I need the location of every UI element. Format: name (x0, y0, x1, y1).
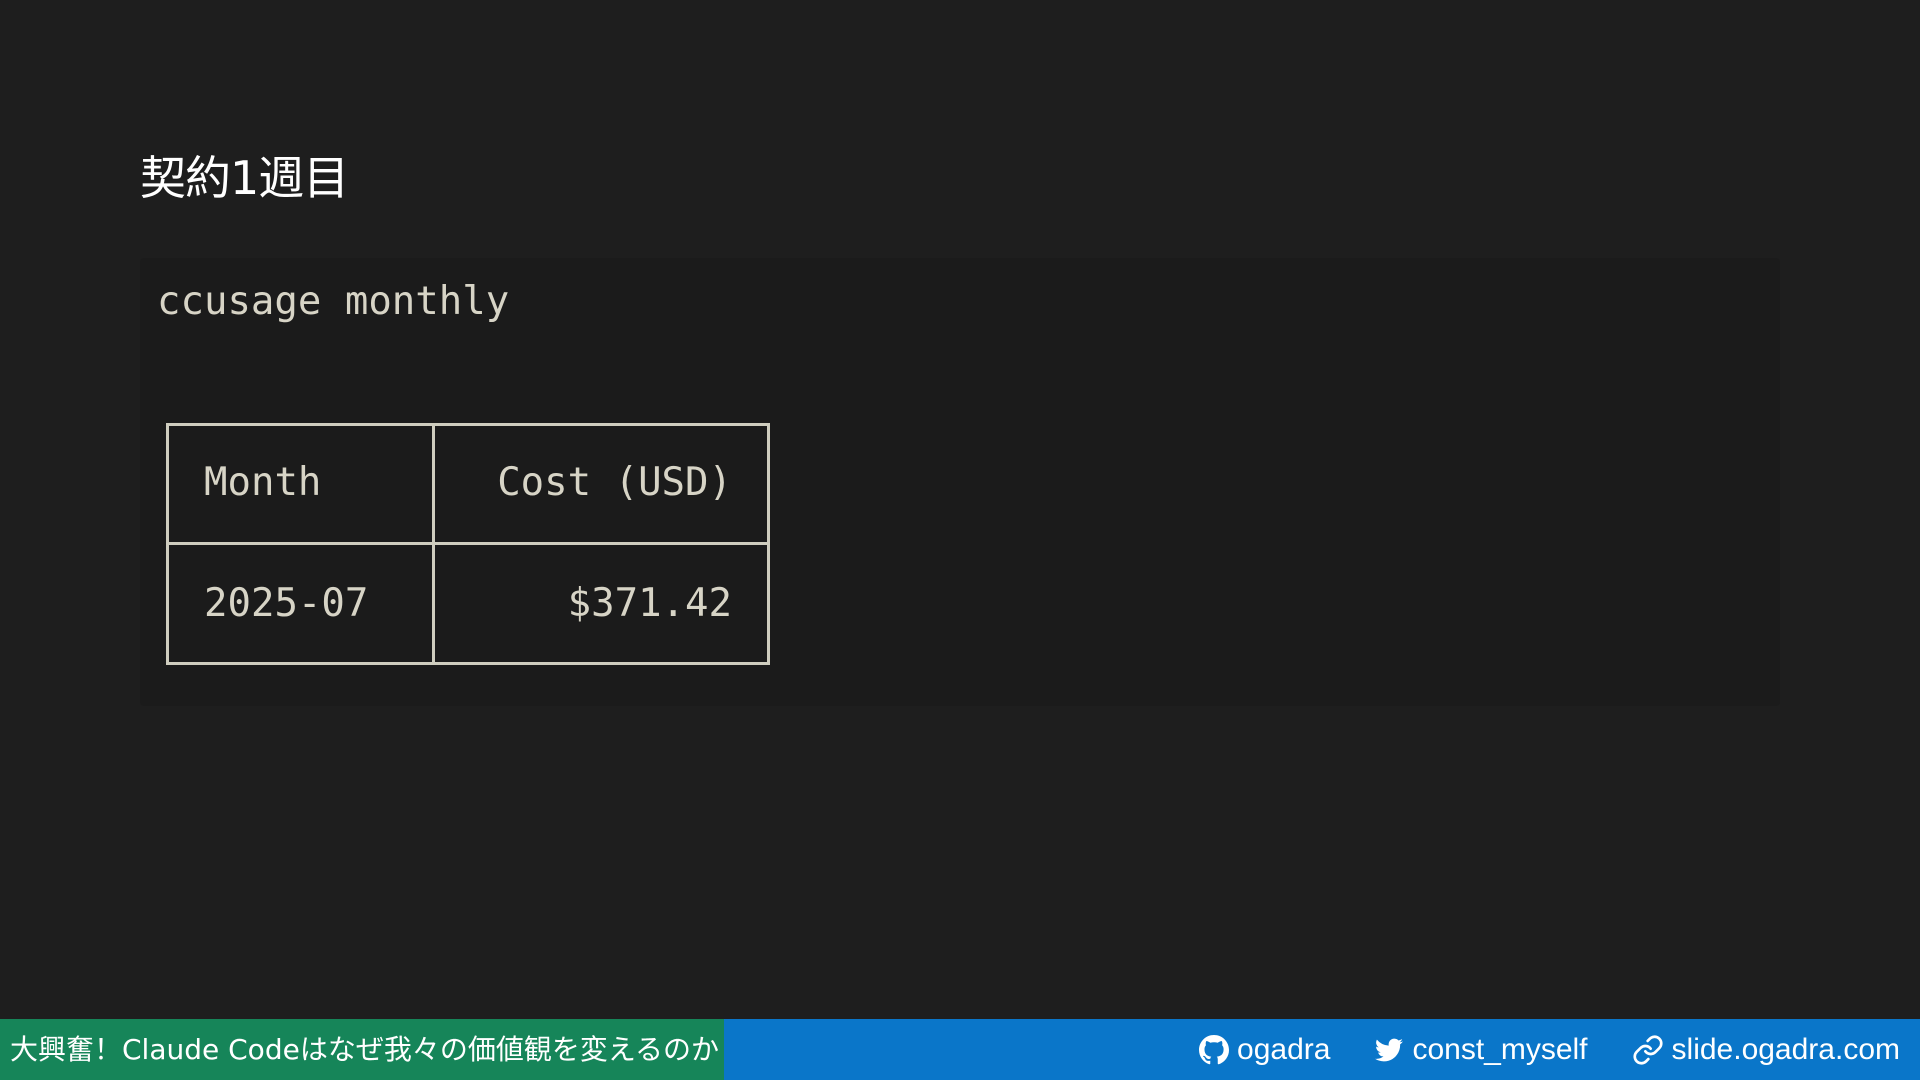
table-header-month: Month (204, 460, 322, 505)
twitter-handle: const_myself (1412, 1032, 1588, 1066)
table-header-divider (169, 542, 767, 545)
footer-bar: 大興奮！Claude Codeはなぜ我々の価値観を変えるのか ogadra co… (0, 1019, 1920, 1080)
table-cell-month: 2025-07 (204, 581, 369, 626)
code-command: ccusage monthly (157, 279, 510, 324)
page-title: 契約1週目 (140, 151, 349, 205)
table-cell-cost: $371.42 (567, 581, 732, 626)
twitter-link[interactable]: const_myself (1374, 1032, 1588, 1067)
website-link[interactable]: slide.ogadra.com (1632, 1033, 1900, 1067)
github-link[interactable]: ogadra (1199, 1033, 1330, 1067)
github-icon (1199, 1034, 1230, 1065)
github-username: ogadra (1237, 1032, 1331, 1066)
footer-links: ogadra const_myself slide.ogadra.com (1199, 1019, 1900, 1080)
table-header-cost: Cost (USD) (497, 460, 732, 505)
deck-title: 大興奮！Claude Codeはなぜ我々の価値観を変えるのか (0, 1019, 724, 1080)
usage-table: Month Cost (USD) 2025-07 $371.42 (166, 423, 770, 665)
link-icon (1632, 1034, 1664, 1066)
website-url: slide.ogadra.com (1671, 1032, 1900, 1066)
twitter-icon (1374, 1036, 1404, 1064)
